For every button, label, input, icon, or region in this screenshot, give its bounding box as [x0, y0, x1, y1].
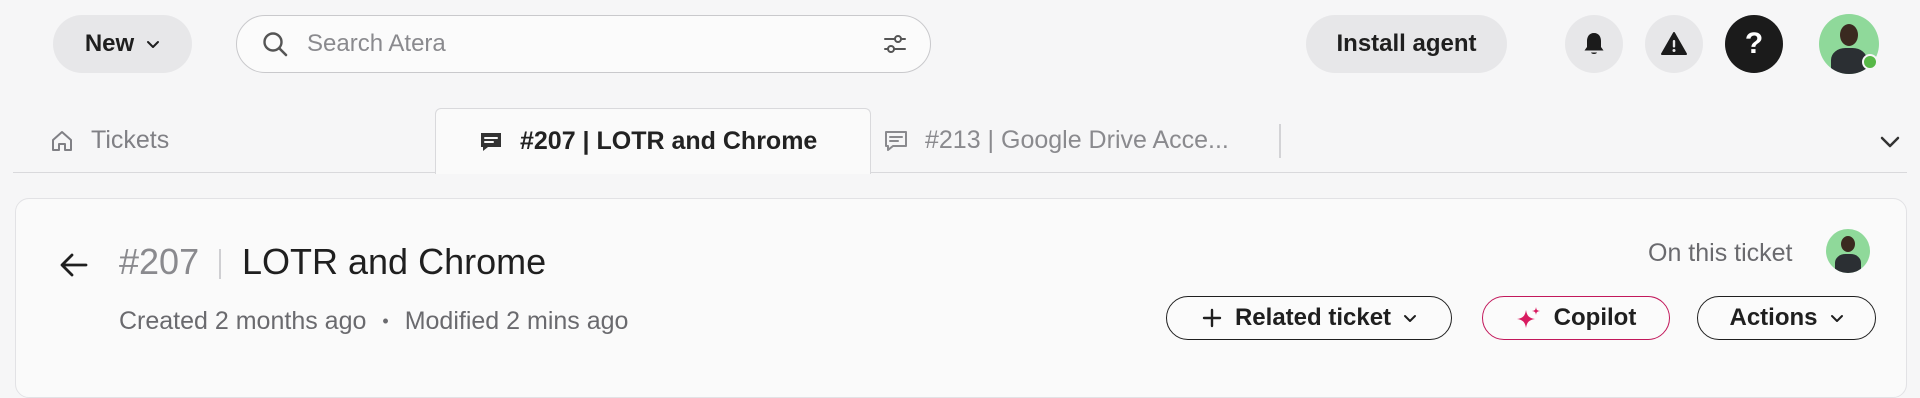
back-arrow-icon[interactable] — [56, 247, 92, 283]
on-this-ticket-label: On this ticket — [1648, 239, 1793, 267]
ticket-chat-icon — [481, 132, 501, 151]
online-status-dot — [1862, 54, 1878, 70]
tab-ticket-213-label: #213 | Google Drive Acce... — [925, 126, 1229, 154]
sparkle-icon — [1516, 307, 1540, 328]
tab-tickets[interactable]: Tickets — [49, 108, 169, 173]
tab-ticket-213[interactable]: #213 | Google Drive Acce... — [883, 108, 1229, 173]
copilot-label: Copilot — [1553, 304, 1637, 331]
home-icon — [52, 130, 72, 151]
top-bar: New Install agent ? — [0, 0, 1920, 92]
chevron-down-icon[interactable] — [1877, 128, 1903, 154]
ticket-meta: Created 2 months ago • Modified 2 mins a… — [119, 307, 628, 336]
actions-button[interactable]: Actions — [1697, 296, 1876, 340]
copilot-button[interactable]: Copilot — [1482, 296, 1670, 340]
tab-ticket-207[interactable]: #207 | LOTR and Chrome — [435, 108, 871, 174]
tab-divider — [1279, 124, 1281, 158]
help-button[interactable]: ? — [1725, 15, 1783, 73]
meta-separator: • — [382, 311, 389, 331]
plus-icon — [1202, 308, 1222, 328]
install-agent-button[interactable]: Install agent — [1306, 15, 1507, 73]
tab-ticket-207-label: #207 | LOTR and Chrome — [520, 127, 818, 155]
tab-tickets-label: Tickets — [91, 126, 170, 154]
help-icon: ? — [1744, 27, 1764, 60]
chevron-down-icon — [147, 41, 160, 48]
related-ticket-button[interactable]: Related ticket — [1166, 296, 1452, 340]
new-button[interactable]: New — [53, 15, 192, 73]
ticket-number: #207 — [119, 241, 200, 282]
notifications-button[interactable] — [1565, 15, 1623, 73]
related-ticket-label: Related ticket — [1234, 304, 1392, 331]
search-icon — [263, 32, 288, 57]
alerts-button[interactable] — [1645, 15, 1703, 73]
modified-time: Modified 2 mins ago — [404, 307, 629, 335]
bell-icon — [1584, 33, 1604, 54]
filter-sliders-icon[interactable] — [882, 31, 908, 57]
ticket-chat-icon — [885, 130, 907, 151]
search-bar — [236, 15, 931, 73]
created-time: Created 2 months ago — [119, 307, 367, 335]
alert-icon — [1661, 32, 1687, 55]
search-input[interactable] — [307, 30, 882, 58]
install-agent-label: Install agent — [1336, 30, 1477, 57]
ticket-title: LOTR and Chrome — [242, 241, 547, 282]
actions-label: Actions — [1729, 304, 1818, 331]
title-divider — [219, 249, 221, 279]
ticket-header-card: #207 LOTR and Chrome Created 2 months ag… — [15, 198, 1907, 398]
ticket-participant-avatar[interactable] — [1826, 229, 1870, 273]
chevron-down-icon — [1404, 315, 1417, 322]
chevron-down-icon — [1830, 315, 1843, 322]
new-button-label: New — [84, 30, 135, 57]
tab-bar: Tickets #207 | LOTR and Chrome #213 | Go… — [13, 108, 1907, 174]
